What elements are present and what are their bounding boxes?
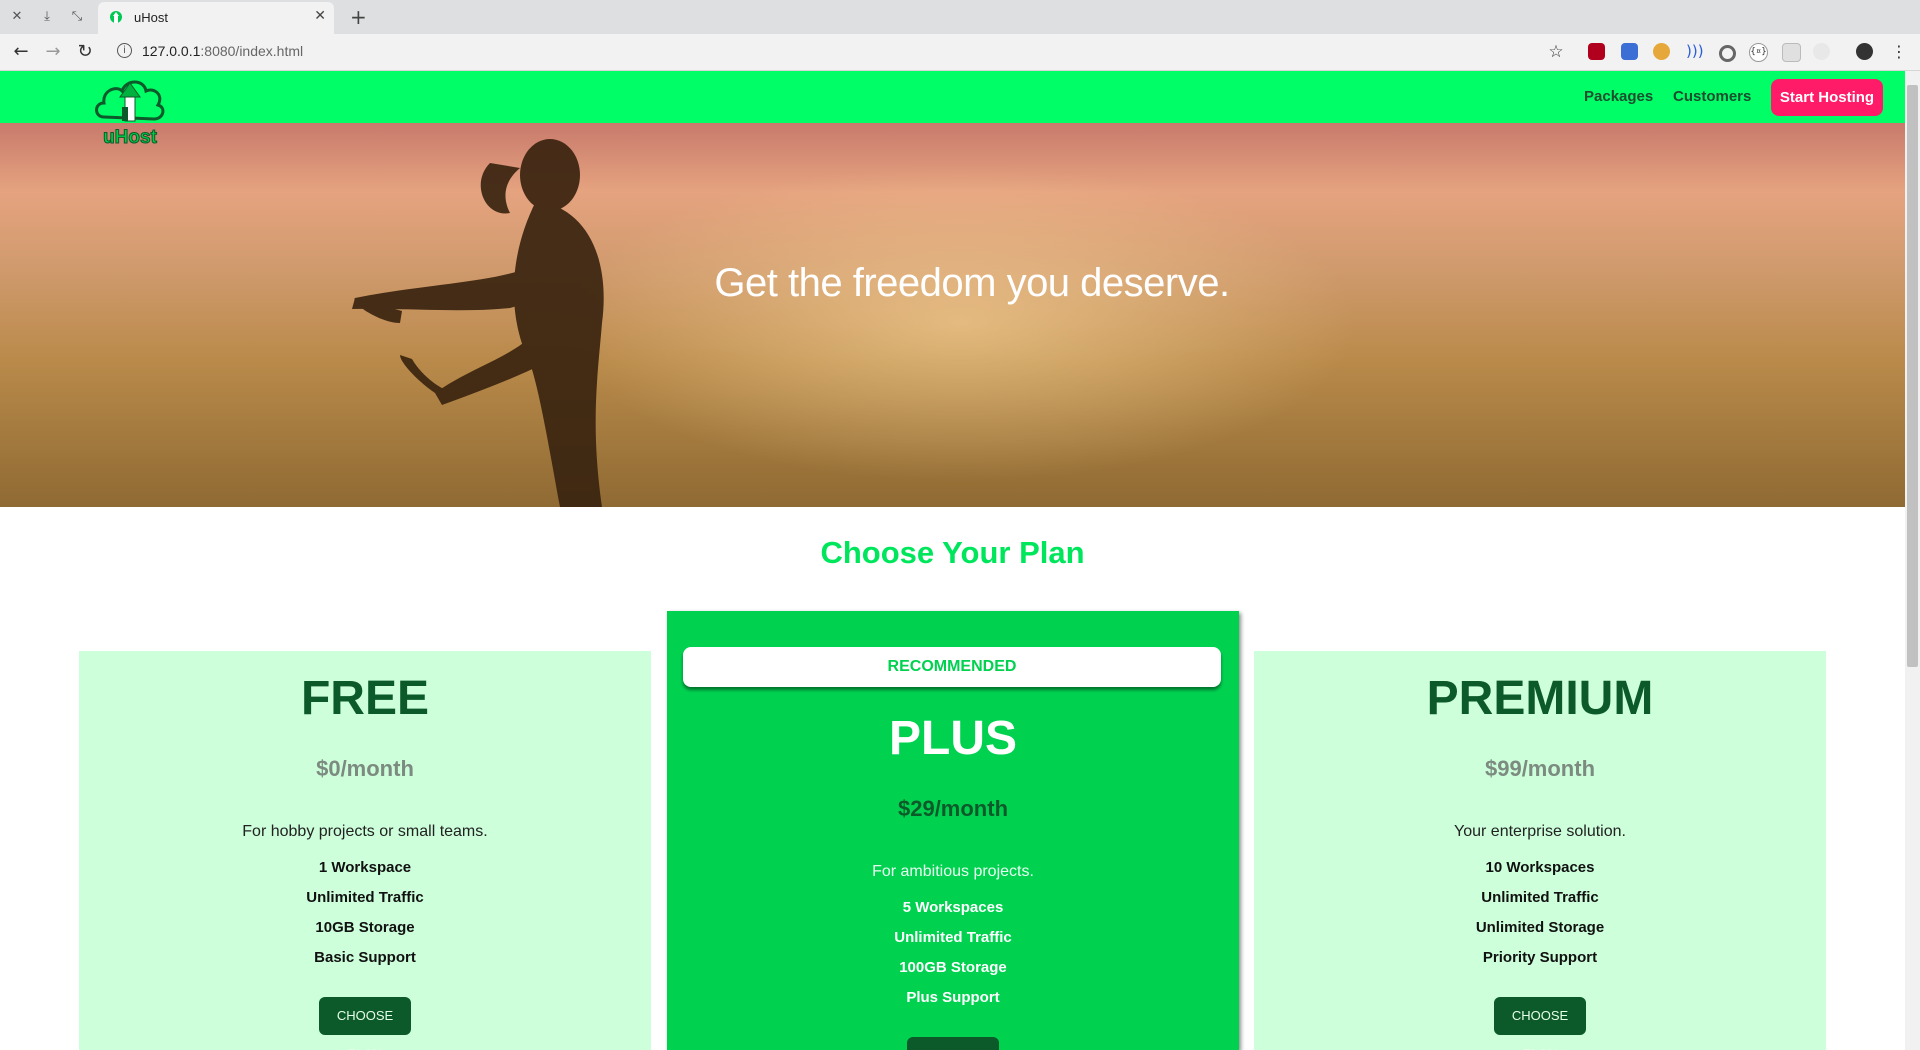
plan-description: Your enterprise solution.: [1454, 823, 1626, 840]
close-window-icon[interactable]: ✕: [8, 8, 26, 26]
feature-item: Basic Support: [314, 949, 416, 966]
feature-item: Plus Support: [906, 989, 1000, 1006]
site-info-icon[interactable]: i: [117, 43, 132, 58]
feature-item: Unlimited Traffic: [1481, 889, 1599, 906]
circle-extension-icon[interactable]: [1719, 45, 1736, 62]
plan-card-plus: RECOMMENDED PLUS $29/month For ambitious…: [667, 611, 1239, 1050]
browser-toolbar: ← → ↻ i 127.0.0.1:8080/index.html ☆ ))) …: [0, 34, 1920, 71]
minimize-window-icon[interactable]: ⤓: [38, 8, 56, 26]
tab-close-icon[interactable]: ✕: [314, 8, 326, 24]
plan-features: 1 Workspace Unlimited Traffic 10GB Stora…: [79, 853, 651, 973]
nav-customers[interactable]: Customers: [1673, 88, 1751, 105]
menu-icon[interactable]: ⋮: [1888, 41, 1910, 63]
choose-plan-button[interactable]: CHOOSE PLAN: [907, 1037, 999, 1050]
page-scrollbar[interactable]: [1905, 71, 1920, 1050]
extension-icon[interactable]: [1621, 43, 1638, 60]
code-extension-icon[interactable]: {¤}: [1749, 43, 1768, 62]
feature-item: 10GB Storage: [315, 919, 415, 936]
hero-banner: Get the freedom you deserve.: [0, 123, 1905, 507]
browser-tab-bar: ✕ ⤓ ⤡ uHost ✕ +: [0, 0, 1920, 34]
grid-extension-icon[interactable]: [1782, 43, 1801, 62]
profile-icon[interactable]: [1856, 43, 1873, 60]
nav-packages[interactable]: Packages: [1584, 88, 1653, 105]
feature-item: Unlimited Storage: [1475, 919, 1605, 936]
feature-item: Unlimited Traffic: [894, 929, 1012, 946]
plan-name: FREE: [300, 672, 429, 725]
plan-card-free: FREE $0/month For hobby projects or smal…: [79, 651, 651, 1050]
face-extension-icon[interactable]: [1813, 43, 1830, 60]
back-icon[interactable]: ←: [10, 41, 32, 63]
recommended-badge: RECOMMENDED: [683, 647, 1221, 687]
choose-plan-button[interactable]: CHOOSE PLAN: [1494, 997, 1586, 1050]
start-hosting-button[interactable]: Start Hosting: [1771, 79, 1883, 116]
bookmark-star-icon[interactable]: ☆: [1545, 41, 1567, 63]
plan-name: PLUS: [888, 712, 1017, 765]
plan-price: $99/month: [1484, 756, 1596, 781]
url-path: :8080/index.html: [200, 43, 304, 59]
plan-name: PREMIUM: [1426, 672, 1654, 725]
page-viewport: uHost Packages Customers Start Hosting G…: [0, 71, 1905, 1050]
audio-extension-icon[interactable]: ))): [1686, 43, 1704, 60]
dancer-silhouette-image: [352, 139, 604, 507]
hero-title: Get the freedom you deserve.: [714, 261, 1230, 305]
uhost-logo[interactable]: uHost: [92, 73, 168, 147]
plan-features: 5 Workspaces Unlimited Traffic 100GB Sto…: [667, 893, 1239, 1013]
browser-tab[interactable]: uHost ✕: [98, 2, 334, 34]
reload-icon[interactable]: ↻: [74, 41, 96, 63]
plan-price: $0/month: [316, 756, 414, 781]
plan-features: 10 Workspaces Unlimited Traffic Unlimite…: [1254, 853, 1826, 973]
section-title: Choose Your Plan: [820, 535, 1085, 570]
forward-icon[interactable]: →: [42, 41, 64, 63]
feature-item: Unlimited Traffic: [306, 889, 424, 906]
plan-description: For hobby projects or small teams.: [242, 823, 488, 840]
feature-item: Priority Support: [1482, 949, 1598, 966]
plan-description: For ambitious projects.: [872, 863, 1034, 880]
address-bar[interactable]: 127.0.0.1:8080/index.html: [142, 43, 303, 59]
scrollbar-thumb[interactable]: [1907, 85, 1918, 667]
choose-plan-button[interactable]: CHOOSE PLAN: [319, 997, 411, 1050]
feature-item: 5 Workspaces: [902, 899, 1004, 916]
tab-title: uHost: [134, 10, 168, 25]
plan-price: $29/month: [897, 796, 1009, 821]
favicon-icon: [110, 11, 122, 23]
restore-window-icon[interactable]: ⤡: [68, 8, 86, 26]
cookie-extension-icon[interactable]: [1653, 43, 1670, 60]
plan-card-premium: PREMIUM $99/month Your enterprise soluti…: [1254, 651, 1826, 1050]
site-header: uHost Packages Customers Start Hosting: [0, 71, 1905, 147]
logo-text: uHost: [103, 127, 158, 147]
feature-item: 1 Workspace: [318, 859, 412, 876]
feature-item: 100GB Storage: [899, 959, 1007, 976]
url-host: 127.0.0.1: [142, 43, 201, 59]
feature-item: 10 Workspaces: [1485, 859, 1595, 876]
ublock-extension-icon[interactable]: [1588, 43, 1605, 60]
new-tab-icon[interactable]: +: [350, 5, 367, 29]
